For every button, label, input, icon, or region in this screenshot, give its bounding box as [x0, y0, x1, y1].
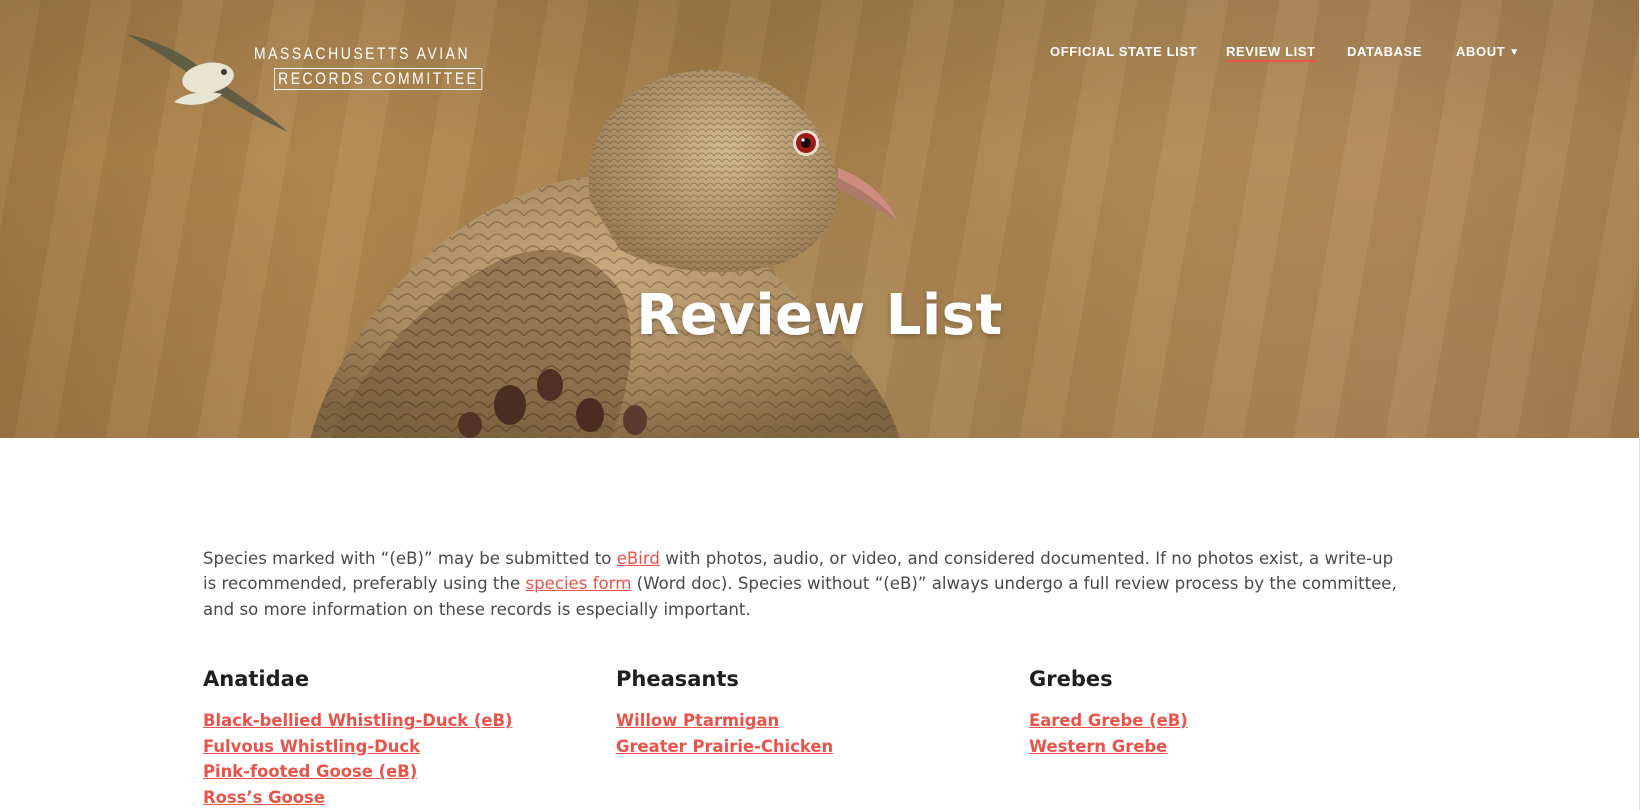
species-link[interactable]: Pink-footed Goose (eB): [203, 762, 417, 781]
list-item: Greater Prairie-Chicken: [616, 734, 1006, 760]
logo-text-line2: RECORDS COMMITTEE: [274, 68, 483, 90]
intro-paragraph: Species marked with “(eB)” may be submit…: [203, 546, 1403, 623]
list-item: Willow Ptarmigan: [616, 708, 1006, 734]
species-link[interactable]: Fulvous Whistling-Duck: [203, 737, 420, 756]
section-pheasants: Pheasants Willow Ptarmigan Greater Prair…: [616, 666, 1006, 759]
nav-database[interactable]: DATABASE: [1347, 44, 1422, 59]
list-item: Western Grebe: [1029, 734, 1419, 760]
species-list: Eared Grebe (eB) Western Grebe: [1029, 708, 1419, 759]
page-title: Review List: [636, 282, 1003, 348]
main-nav: OFFICIAL STATE LIST REVIEW LIST DATABASE…: [0, 44, 1639, 68]
species-link[interactable]: Western Grebe: [1029, 737, 1167, 756]
section-heading: Grebes: [1029, 667, 1113, 691]
list-item: Eared Grebe (eB): [1029, 708, 1419, 734]
species-list: Black-bellied Whistling-Duck (eB) Fulvou…: [203, 708, 593, 810]
list-item: Black-bellied Whistling-Duck (eB): [203, 708, 593, 734]
nav-about[interactable]: ABOUT ▼: [1456, 44, 1520, 59]
species-link[interactable]: Willow Ptarmigan: [616, 711, 779, 730]
species-link[interactable]: Greater Prairie-Chicken: [616, 737, 833, 756]
hero-banner: MASSACHUSETTS AVIAN RECORDS COMMITTEE OF…: [0, 0, 1639, 438]
list-item: Ross’s Goose: [203, 785, 593, 810]
section-heading: Anatidae: [203, 667, 310, 691]
ebird-link[interactable]: eBird: [617, 549, 660, 568]
nav-official-state-list[interactable]: OFFICIAL STATE LIST: [1050, 44, 1197, 59]
species-link[interactable]: Eared Grebe (eB): [1029, 711, 1188, 730]
list-item: Fulvous Whistling-Duck: [203, 734, 593, 760]
nav-review-list[interactable]: REVIEW LIST: [1226, 44, 1316, 62]
intro-text-1: Species marked with “(eB)” may be submit…: [203, 548, 617, 568]
section-grebes: Grebes Eared Grebe (eB) Western Grebe: [1029, 666, 1419, 759]
species-link[interactable]: Ross’s Goose: [203, 788, 325, 807]
chevron-down-icon: ▼: [1509, 47, 1520, 58]
section-anatidae: Anatidae Black-bellied Whistling-Duck (e…: [203, 666, 593, 810]
species-list: Willow Ptarmigan Greater Prairie-Chicken: [616, 708, 1006, 759]
list-item: Pink-footed Goose (eB): [203, 759, 593, 785]
section-heading: Pheasants: [616, 667, 739, 691]
species-form-link[interactable]: species form: [525, 574, 631, 593]
species-link[interactable]: Black-bellied Whistling-Duck (eB): [203, 711, 512, 730]
nav-about-label: ABOUT: [1456, 44, 1506, 59]
